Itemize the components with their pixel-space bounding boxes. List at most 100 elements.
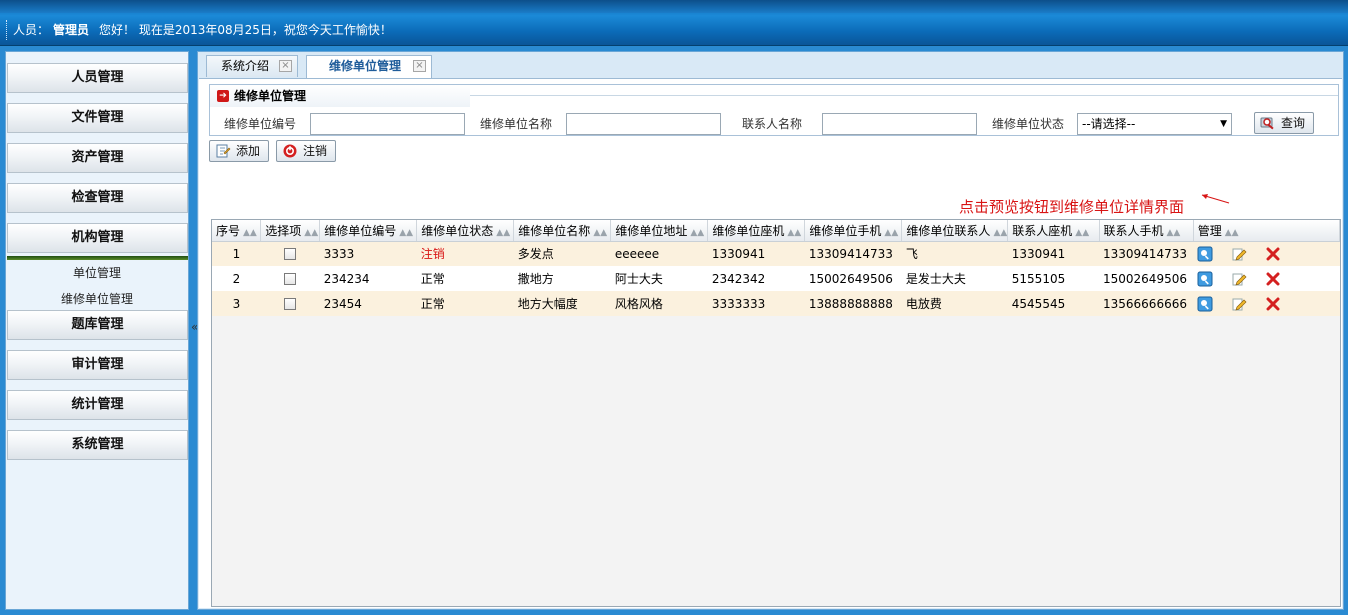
column-header-label: 维修单位状态 [421, 223, 494, 238]
column-header[interactable]: 维修单位状态 ▲▲ [416, 220, 515, 242]
query-title-text: 维修单位管理 [234, 89, 307, 103]
divider [470, 95, 1338, 96]
column-header-label: 选择项 [265, 223, 302, 238]
table-header-row: 序号 ▲▲ 选择项 ▲▲ 维修单位编号 ▲▲ 维修单位状态 ▲▲ 维修单位名称 ▲▲ 维修… [212, 220, 1341, 242]
column-header-label: 维修单位手机 [809, 223, 882, 238]
sidebar-subitem-repair-unit[interactable]: 维修单位管理 [6, 289, 188, 309]
sort-icon: ▲▲ [993, 227, 1008, 238]
sidebar-item-personnel[interactable]: 人员管理 [7, 63, 188, 93]
unit-name-input[interactable] [566, 113, 721, 135]
main-panel: 系统介绍 × 维修单位管理 × ➔ 维修单位管理 维修单位编号 维修单位名称 联… [197, 51, 1344, 610]
cell-address: 阿士大夫 [610, 266, 708, 291]
sort-icon: ▲▲ [1166, 227, 1181, 238]
sidebar: 人员管理 文件管理 资产管理 检查管理 机构管理 单位管理 维修单位管理 题库管… [5, 51, 189, 610]
cell-mobile: 13888888888 [804, 291, 902, 316]
column-header[interactable]: 维修单位编号 ▲▲ [319, 220, 418, 242]
unit-status-select[interactable]: --请选择-- ▼ [1077, 113, 1232, 135]
column-header-label: 维修单位座机 [712, 223, 785, 238]
preview-icon[interactable] [1197, 246, 1213, 262]
cell-actions [1193, 266, 1340, 291]
cell-select [260, 241, 320, 266]
query-panel-title: ➔ 维修单位管理 [210, 85, 470, 107]
table-row[interactable]: 2 234234 正常 撒地方 阿士大夫 2342342 15002649506… [212, 266, 1340, 291]
sidebar-item-system[interactable]: 系统管理 [7, 430, 188, 460]
delete-icon[interactable] [1265, 271, 1281, 287]
cell-contact: 是发士大夫 [901, 266, 1008, 291]
edit-icon[interactable] [1231, 271, 1247, 287]
preview-icon[interactable] [1197, 271, 1213, 287]
cell-address: 风格风格 [610, 291, 708, 316]
column-header[interactable]: 序号 ▲▲ [212, 220, 262, 242]
sidebar-item-assets[interactable]: 资产管理 [7, 143, 188, 173]
sort-icon: ▲▲ [399, 227, 414, 238]
row-checkbox[interactable] [284, 273, 297, 285]
close-icon[interactable]: × [413, 60, 426, 72]
search-button[interactable]: 查询 [1254, 112, 1315, 134]
cancel-button[interactable]: 注销 [276, 140, 337, 162]
sort-icon: ▲▲ [787, 227, 802, 238]
column-header[interactable]: 维修单位座机 ▲▲ [707, 220, 806, 242]
search-icon [1260, 117, 1274, 130]
preview-icon[interactable] [1197, 296, 1213, 312]
sidebar-item-files[interactable]: 文件管理 [7, 103, 188, 133]
column-header-label: 管理 [1197, 223, 1222, 238]
column-header[interactable]: 管理 ▲▲ [1193, 220, 1341, 242]
column-header[interactable]: 维修单位手机 ▲▲ [804, 220, 903, 242]
cell-contact-mobile: 13309414733 [1099, 241, 1194, 266]
tab-content: ➔ 维修单位管理 维修单位编号 维修单位名称 联系人名称 维修单位状态 --请选… [199, 78, 1342, 608]
add-button-label: 添加 [236, 144, 261, 158]
edit-icon[interactable] [1231, 296, 1247, 312]
edit-icon[interactable] [1231, 246, 1247, 262]
cell-status: 正常 [416, 291, 514, 316]
sidebar-item-statistics[interactable]: 统计管理 [7, 390, 188, 420]
cell-contact: 电放费 [901, 291, 1008, 316]
search-button-label: 查询 [1281, 116, 1306, 130]
row-checkbox[interactable] [284, 298, 297, 310]
sort-icon: ▲▲ [304, 227, 319, 238]
table-row[interactable]: 3 23454 正常 地方大幅度 风格风格 3333333 1388888888… [212, 291, 1340, 316]
unit-code-input[interactable] [310, 113, 465, 135]
cell-contact: 飞 [901, 241, 1008, 266]
cell-contact-phone: 4545545 [1007, 291, 1099, 316]
column-header-label: 序号 [216, 223, 241, 238]
cell-phone: 2342342 [707, 266, 805, 291]
tab-system-intro[interactable]: 系统介绍 × [206, 55, 298, 77]
column-header-label: 维修单位名称 [518, 223, 591, 238]
greeting-bar: 人员： 管理员 您好！ 现在是2013年08月25日，祝您今天工作愉快！ [6, 20, 392, 40]
label-unit-name: 维修单位名称 [480, 117, 553, 131]
tab-label: 系统介绍 [221, 59, 270, 73]
banner-logo-strip [0, 0, 1348, 13]
close-icon[interactable]: × [279, 60, 292, 72]
delete-icon[interactable] [1265, 246, 1281, 262]
sidebar-item-audit[interactable]: 审计管理 [7, 350, 188, 380]
column-header-label: 维修单位地址 [615, 223, 688, 238]
sidebar-item-inspection[interactable]: 检查管理 [7, 183, 188, 213]
column-header[interactable]: 选择项 ▲▲ [260, 220, 321, 242]
contact-name-input[interactable] [822, 113, 977, 135]
sidebar-subitem-unit[interactable]: 单位管理 [6, 263, 188, 283]
cell-phone: 1330941 [707, 241, 805, 266]
table-row[interactable]: 1 3333 注销 多发点 eeeeee 1330941 13309414733… [212, 241, 1340, 266]
cell-no: 1 [212, 241, 261, 266]
cell-select [260, 291, 320, 316]
column-header[interactable]: 维修单位地址 ▲▲ [610, 220, 709, 242]
row-checkbox[interactable] [284, 248, 297, 261]
delete-icon[interactable] [1265, 296, 1281, 312]
tab-label: 维修单位管理 [329, 59, 402, 73]
column-header[interactable]: 联系人座机 ▲▲ [1007, 220, 1100, 242]
add-button[interactable]: 添加 [209, 140, 270, 162]
app-frame: 人员管理 文件管理 资产管理 检查管理 机构管理 单位管理 维修单位管理 题库管… [0, 46, 1348, 615]
column-header[interactable]: 联系人手机 ▲▲ [1099, 220, 1194, 242]
cell-contact-phone: 1330941 [1007, 241, 1099, 266]
column-header-label: 维修单位联系人 [906, 223, 991, 238]
sidebar-item-question-bank[interactable]: 题库管理 [7, 310, 188, 340]
sidebar-item-organization[interactable]: 机构管理 [7, 223, 188, 253]
column-header[interactable]: 维修单位联系人 ▲▲ [901, 220, 1009, 242]
user-name: 管理员 [53, 23, 90, 37]
label-unit-status: 维修单位状态 [992, 117, 1065, 131]
label-unit-code: 维修单位编号 [224, 117, 297, 131]
cell-mobile: 15002649506 [804, 266, 902, 291]
tab-repair-unit-management[interactable]: 维修单位管理 × [306, 55, 432, 78]
column-header[interactable]: 维修单位名称 ▲▲ [513, 220, 612, 242]
cell-contact-mobile: 15002649506 [1099, 266, 1194, 291]
